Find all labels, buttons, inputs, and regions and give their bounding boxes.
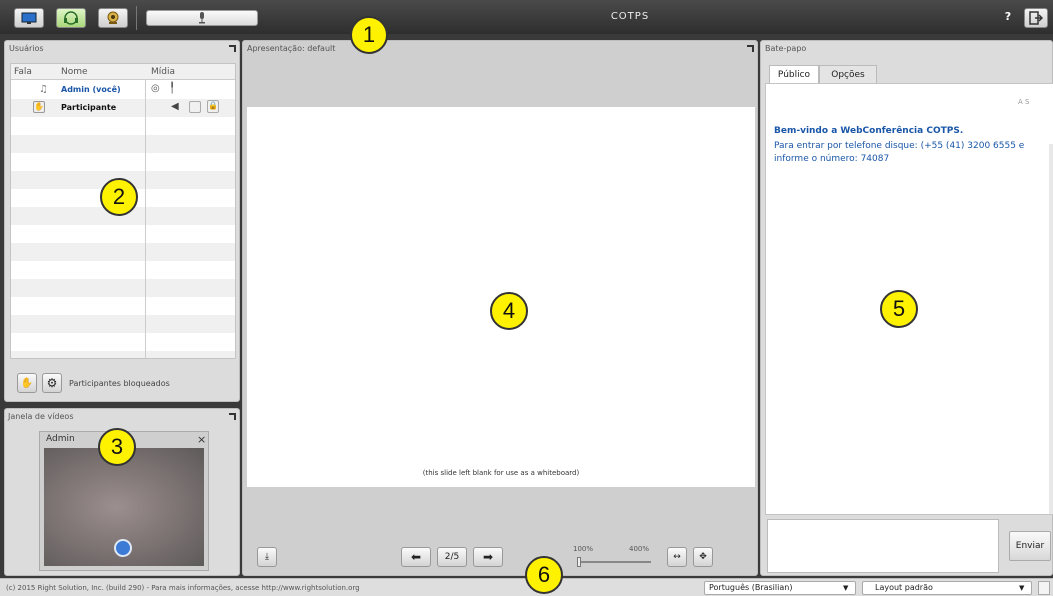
video-user-name: Admin [46,434,75,444]
webcam-icon [107,11,119,24]
chat-panel-title: Bate-papo [765,44,807,53]
headset-button[interactable] [56,8,86,28]
maximize-icon[interactable] [747,45,754,52]
move-icon: ✥ [699,552,707,562]
callout-6: 6 [525,556,563,594]
zoom-slider[interactable] [577,557,651,567]
chat-scrollbar[interactable] [1049,144,1053,514]
empty-row [11,351,235,358]
empty-row [11,315,235,333]
next-slide-button[interactable]: ➡ [473,547,503,567]
webcam-button[interactable] [98,8,128,28]
webcam-toggle-icon[interactable] [189,101,201,113]
help-button[interactable]: ? [1000,10,1016,26]
zoom-min-label: 100% [573,545,594,553]
monitor-icon [21,12,37,24]
raise-hand-icon[interactable]: ✋ [33,101,45,113]
page-indicator[interactable]: 2/5 [437,547,467,567]
webcam-icon: ◎ [151,83,160,94]
welcome-message: Bem-vindo a WebConferência COTPS. [774,126,964,136]
empty-row [11,243,235,261]
logout-icon [1029,11,1043,25]
gear-icon: ⚙ [46,376,58,390]
users-panel-title: Usuários [9,44,44,53]
raise-hand-button[interactable]: ✋ [17,373,37,393]
presentation-title: Apresentação: default [247,44,336,53]
tab-public[interactable]: Público [769,65,819,83]
maximize-icon[interactable] [229,413,236,420]
empty-row [11,279,235,297]
column-header-nome[interactable]: Nome [61,67,88,77]
user-row[interactable]: ✋ Participante ◀ 🔒 [11,99,235,117]
column-divider [145,80,146,358]
headset-icon [64,11,78,25]
users-table-header: Fala Nome Mídia [11,64,235,80]
toolbar-divider [136,6,137,30]
empty-row [11,297,235,315]
empty-row [11,333,235,351]
language-select[interactable]: Português (Brasilian) ▼ [704,581,856,595]
arrow-right-icon: ➡ [482,550,494,564]
previous-slide-button[interactable]: ⬅ [401,547,431,567]
chevron-down-icon: ▼ [843,584,849,592]
lock-icon[interactable]: 🔒 [207,100,219,113]
slide-caption: (this slide left blank for use as a whit… [422,469,580,477]
zoom-slider-thumb[interactable] [577,557,581,567]
mute-video-icon[interactable] [114,539,132,557]
mic-icon [199,12,205,24]
locked-participants-label: Participantes bloqueados [69,379,170,388]
video-panel-title: Janela de vídeos [8,412,74,421]
language-value: Português (Brasilian) [709,583,793,592]
arrow-left-icon: ⬅ [410,550,422,564]
user-row[interactable]: ♫ Admin (você) ◎ ╿ [11,81,235,99]
send-button[interactable]: Enviar [1009,531,1051,561]
volume-icon[interactable]: ◀ [171,101,179,112]
empty-row [11,261,235,279]
layout-select[interactable]: Layout padrão ▼ [862,581,1032,595]
fit-width-icon: ↔ [673,552,681,562]
callout-3: 3 [98,428,136,466]
chevron-down-icon: ▼ [1019,584,1025,592]
upload-icon: ⤓ [265,552,269,562]
hand-icon: ✋ [20,377,34,389]
user-name: Admin (você) [61,85,121,94]
copyright-text: (c) 2015 Right Solution, Inc. (build 290… [6,584,360,592]
zoom-max-label: 400% [629,545,650,553]
layout-value: Layout padrão [875,583,933,592]
column-header-fala[interactable]: Fala [14,67,32,77]
users-panel: Usuários Fala Nome Mídia ♫ Admin (você) … [4,40,240,402]
top-toolbar: COTPS ? [0,0,1053,34]
callout-5: 5 [880,290,918,328]
logout-button[interactable] [1024,8,1048,28]
column-header-midia[interactable]: Mídia [151,67,175,77]
empty-row [11,117,235,135]
speaker-icon: ♫ [39,84,48,95]
fit-page-button[interactable]: ✥ [693,547,713,567]
upload-button[interactable]: ⤓ [257,547,277,567]
empty-row [11,153,235,171]
font-size-controls[interactable]: A S [1018,98,1029,106]
desktop-share-button[interactable] [14,8,44,28]
fit-width-button[interactable]: ↔ [667,547,687,567]
mic-icon: ╿ [169,83,176,94]
empty-row [11,225,235,243]
empty-row [11,135,235,153]
maximize-icon[interactable] [229,45,236,52]
callout-1: 1 [350,16,388,54]
settings-button[interactable]: ⚙ [42,373,62,393]
microphone-button[interactable] [146,10,258,26]
callout-2: 2 [100,178,138,216]
callout-4: 4 [490,292,528,330]
chat-input[interactable] [767,519,999,573]
close-video-icon[interactable]: × [197,433,206,446]
user-name: Participante [61,103,117,112]
tab-options[interactable]: Opções [819,65,877,83]
phone-message: Para entrar por telefone disque: (+55 (4… [774,141,1025,164]
apply-layout-button[interactable] [1038,581,1050,595]
app-title: COTPS [610,11,650,22]
